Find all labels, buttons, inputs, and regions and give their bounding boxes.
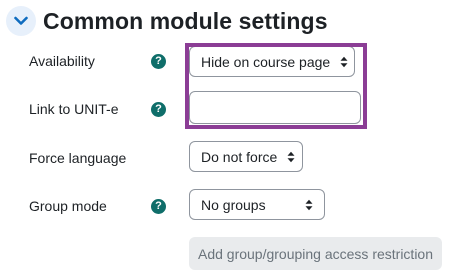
force-language-select-value: Do not force [201,148,278,165]
availability-select[interactable]: Hide on course page [189,46,355,77]
link-unit-e-label: Link to UNIT-e [29,101,119,117]
question-circle-icon[interactable]: ? [151,102,166,117]
sort-caret-icon [340,56,348,68]
chevron-down-icon [14,16,28,26]
group-mode-select[interactable]: No groups [189,189,325,220]
force-language-label: Force language [29,150,127,166]
question-circle-icon[interactable]: ? [151,54,166,69]
sort-caret-icon [287,151,295,163]
group-mode-select-value: No groups [201,196,266,213]
question-circle-icon[interactable]: ? [151,199,166,214]
availability-select-value: Hide on course page [201,53,331,70]
link-unit-e-input[interactable] [189,91,361,124]
add-group-restriction-button[interactable]: Add group/grouping access restriction [189,237,442,270]
collapse-toggle-button[interactable] [6,6,36,36]
section-title: Common module settings [43,7,328,34]
force-language-select[interactable]: Do not force [189,141,303,172]
section-header: Common module settings [6,4,328,38]
sort-caret-icon [305,199,313,211]
availability-label: Availability [29,53,95,69]
group-mode-label: Group mode [29,198,107,214]
